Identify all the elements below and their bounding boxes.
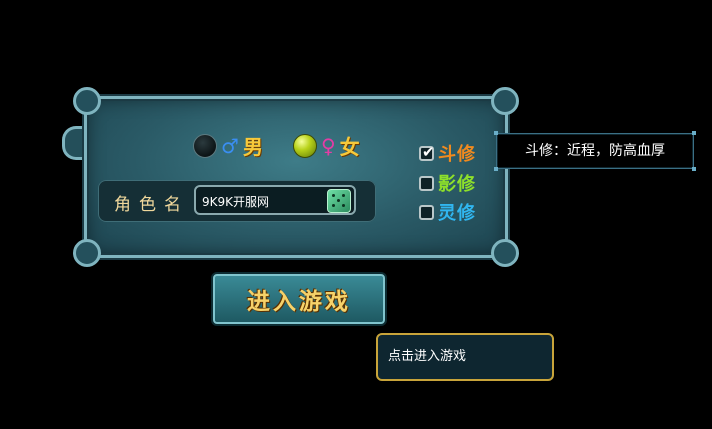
enter-game-label: 进入游戏: [247, 288, 351, 315]
male-symbol-icon: ♂: [221, 133, 239, 158]
corner-ornament: [73, 87, 101, 115]
enter-game-button[interactable]: 进入游戏: [213, 274, 385, 324]
checkmark-icon: ✔: [422, 142, 435, 161]
class-checkbox[interactable]: [419, 204, 434, 220]
class-checkbox[interactable]: [419, 175, 434, 191]
corner-ornament: [491, 239, 519, 267]
class-label: 斗修: [438, 144, 476, 165]
gender-female-option[interactable]: ♀ 女: [293, 131, 360, 160]
class-label: 灵修: [438, 203, 476, 224]
corner-ornament: [491, 87, 519, 115]
gender-male-option[interactable]: ♂ 男: [193, 131, 263, 160]
character-name-input[interactable]: [200, 189, 324, 213]
class-option-douxiu[interactable]: ✔ 斗修: [419, 140, 476, 166]
male-orb-icon[interactable]: [193, 133, 217, 158]
dice-icon[interactable]: [327, 189, 351, 213]
corner-ornament: [73, 239, 101, 267]
female-label: 女: [339, 135, 360, 159]
enter-game-tooltip: 点击进入游戏: [376, 333, 554, 381]
character-name-field-frame: [194, 185, 356, 215]
class-option-yingxiu[interactable]: 影修: [419, 170, 476, 196]
enter-game-tooltip-text: 点击进入游戏: [388, 349, 467, 364]
character-name-bar: 角色名: [98, 180, 376, 222]
class-label: 影修: [438, 174, 476, 195]
female-orb-icon[interactable]: [293, 133, 317, 158]
class-checkbox[interactable]: ✔: [419, 142, 435, 161]
female-symbol-icon: ♀: [321, 133, 336, 158]
class-tooltip-text: 斗修：近程，防高血厚: [525, 143, 665, 159]
class-tooltip: 斗修：近程，防高血厚: [494, 131, 696, 171]
character-name-label: 角色名: [114, 195, 189, 215]
class-option-lingxiu[interactable]: 灵修: [419, 199, 476, 225]
male-label: 男: [242, 135, 263, 159]
